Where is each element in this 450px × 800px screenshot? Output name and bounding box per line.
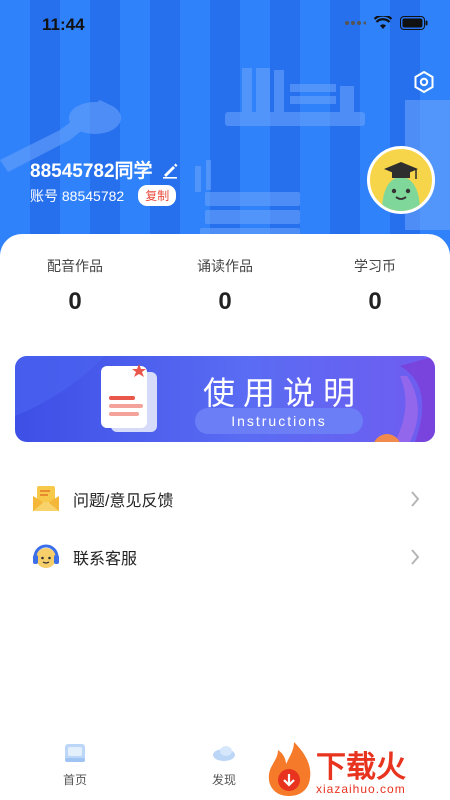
stat-value: 0 [218,288,232,315]
watermark-logo: 下载火 xiazaihuo.com [264,740,450,800]
menu-item-label: 问题/意见反馈 [73,493,174,510]
menu-item-feedback[interactable]: 问题/意见反馈 [0,470,450,528]
status-bar: 11:44 [0,0,450,50]
copy-button[interactable]: 复制 [138,185,177,206]
stat-label: 诵读作品 [197,258,253,274]
stat-dubbing-works[interactable]: 配音作品 0 [0,256,150,316]
battery-icon [400,16,428,30]
gear-icon [414,70,434,94]
edit-pen-icon[interactable] [161,161,179,179]
tab-discover[interactable]: 发现 [194,742,254,788]
signal-icon [345,21,366,25]
home-book-icon [65,744,85,762]
avatar[interactable] [367,146,435,214]
stat-label: 配音作品 [47,258,103,274]
username-text: 88545782同学 [30,161,153,182]
envelope-icon [31,484,61,514]
stat-value: 0 [368,288,382,315]
tab-label: 首页 [62,773,87,787]
chevron-right-icon [411,491,420,507]
stat-reading-works[interactable]: 诵读作品 0 [150,256,300,316]
graduate-mascot-icon [382,162,420,211]
tab-home[interactable]: 首页 [45,742,105,788]
menu-item-customer-service[interactable]: 联系客服 [0,528,450,586]
settings-button[interactable] [412,70,436,94]
account-row: 账号 88545782 复制 [30,185,177,206]
stat-label: 学习币 [354,258,396,274]
content-card: 配音作品 0 诵读作品 0 学习币 0 使用说明 Instructions 问题… [0,234,450,800]
discover-cloud-icon [213,746,235,761]
headset-icon [31,542,61,572]
banner-subtitle: Instructions [195,408,363,434]
stat-value: 0 [68,288,82,315]
account-id: 账号 88545782 [30,187,125,204]
document-icon [101,364,157,432]
tab-label: 发现 [211,773,236,787]
stat-study-coins[interactable]: 学习币 0 [300,256,450,316]
status-time: 11:44 [42,15,85,34]
wifi-icon [374,16,392,29]
stats-row: 配音作品 0 诵读作品 0 学习币 0 [0,256,450,316]
instructions-banner[interactable]: 使用说明 Instructions [15,356,435,442]
chevron-right-icon [411,549,420,565]
watermark-url: xiazaihuo.com [316,782,406,796]
profile-header: 11:44 88545782同学 账号 88545782 复制 [0,0,450,270]
username: 88545782同学 [30,156,179,183]
menu-item-label: 联系客服 [73,551,138,568]
watermark-text: 下载火 [316,750,406,785]
menu-list: 问题/意见反馈 联系客服 [0,470,450,586]
flame-logo-icon [268,742,311,796]
